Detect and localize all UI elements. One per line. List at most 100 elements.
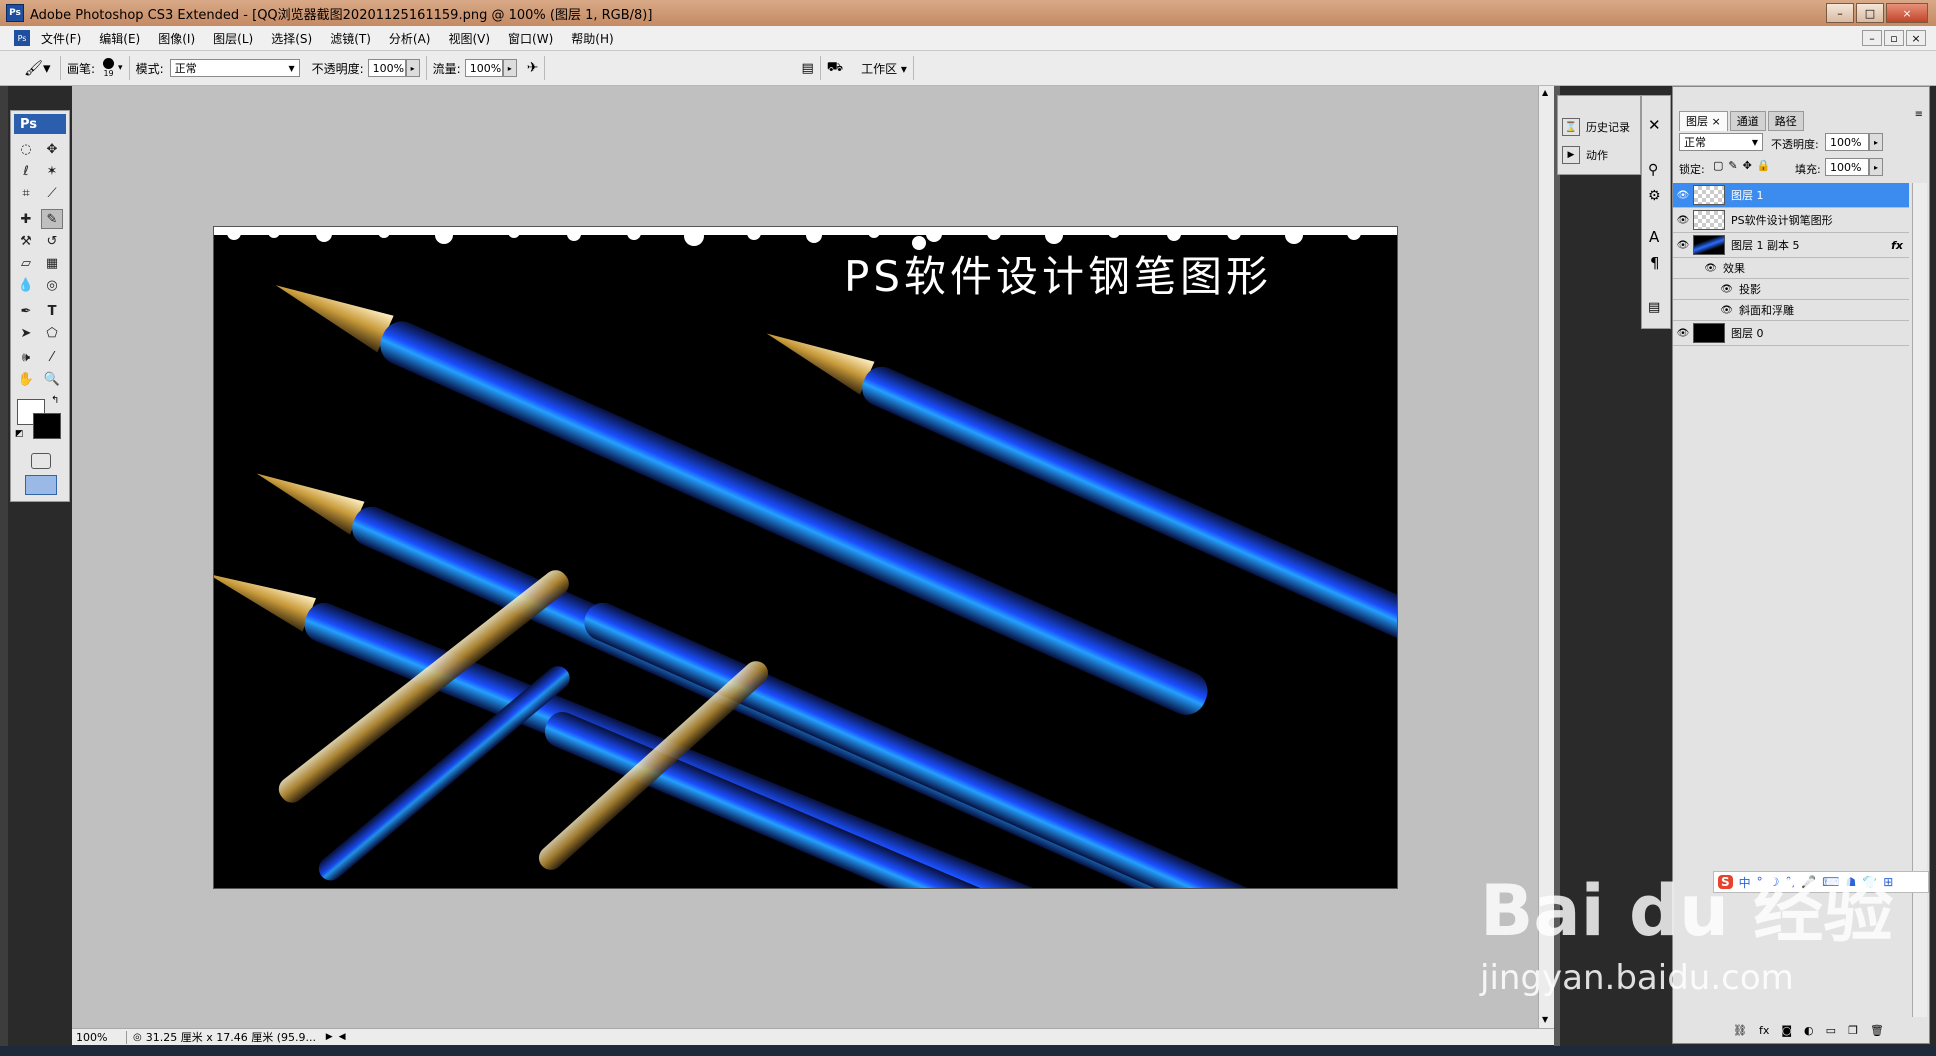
gradient-tool-icon[interactable]: ▦ bbox=[41, 253, 63, 273]
opacity-input[interactable]: 100% bbox=[367, 59, 406, 77]
history-panel-item[interactable]: ⌛ 历史记录 bbox=[1562, 118, 1630, 136]
add-mask-icon[interactable]: ◙ bbox=[1781, 1024, 1792, 1037]
dodge-tool-icon[interactable]: ◎ bbox=[41, 275, 63, 295]
menu-file[interactable]: 文件(F) bbox=[32, 30, 90, 47]
doc-close-button[interactable]: × bbox=[1906, 30, 1926, 46]
eye-icon[interactable]: 👁 bbox=[1673, 215, 1693, 226]
character-icon[interactable]: A bbox=[1649, 228, 1659, 246]
notes-tool-icon[interactable]: 🕪 bbox=[15, 347, 37, 367]
zoom-tool-icon[interactable]: 🔍 bbox=[41, 369, 63, 389]
navigator-icon[interactable]: ⚲ bbox=[1648, 162, 1658, 178]
brush-picker-arrow-icon[interactable]: ▾ bbox=[118, 63, 123, 73]
workspace-menu[interactable]: 工作区 ▾ bbox=[861, 60, 907, 77]
move-tool-icon[interactable]: ✥ bbox=[41, 139, 63, 159]
layer-effects-icon[interactable]: fx bbox=[1891, 239, 1903, 252]
screen-mode-icon[interactable] bbox=[25, 475, 57, 495]
default-colors-icon[interactable]: ◩ bbox=[15, 429, 24, 439]
palette-well-icon[interactable]: ▤ bbox=[801, 61, 813, 76]
lock-options-icons[interactable]: ▢✎✥🔒 bbox=[1713, 159, 1776, 172]
layer-row[interactable]: 👁 PS软件设计钢笔图形 bbox=[1673, 208, 1909, 233]
doc-minimize-button[interactable]: – bbox=[1862, 30, 1882, 46]
eye-icon[interactable]: 👁 bbox=[1673, 240, 1693, 251]
scroll-down-icon[interactable]: ▼ bbox=[1542, 1015, 1548, 1024]
tab-channels[interactable]: 通道 bbox=[1729, 111, 1766, 131]
eraser-tool-icon[interactable]: ▱ bbox=[15, 253, 37, 273]
opacity-slider-button[interactable]: ▸ bbox=[405, 59, 420, 77]
brush-tool-preset-icon[interactable]: 🖌▾ bbox=[24, 59, 54, 77]
history-brush-tool-icon[interactable]: ↺ bbox=[41, 231, 63, 251]
paragraph-icon[interactable]: ¶ bbox=[1650, 254, 1660, 272]
hand-tool-icon[interactable]: ✋ bbox=[15, 369, 37, 389]
menu-edit[interactable]: 编辑(E) bbox=[90, 30, 149, 47]
airbrush-icon[interactable]: ✈ bbox=[527, 60, 539, 76]
close-button[interactable]: × bbox=[1886, 3, 1928, 23]
pen-tool-icon[interactable]: ✒ bbox=[15, 301, 37, 321]
eye-icon[interactable]: 👁 bbox=[1673, 328, 1693, 339]
tab-layers[interactable]: 图层 × bbox=[1679, 111, 1728, 131]
blur-tool-icon[interactable]: 💧 bbox=[15, 275, 37, 295]
brush-tool-icon[interactable]: ✎ bbox=[41, 209, 63, 229]
menu-view[interactable]: 视图(V) bbox=[439, 30, 499, 47]
swap-colors-icon[interactable]: ↰ bbox=[51, 395, 59, 406]
menu-image[interactable]: 图像(I) bbox=[149, 30, 204, 47]
scroll-up-icon[interactable]: ▲ bbox=[1542, 88, 1548, 97]
menu-layer[interactable]: 图层(L) bbox=[204, 30, 262, 47]
zoom-level[interactable]: 100% bbox=[72, 1030, 127, 1044]
new-layer-icon[interactable]: ❐ bbox=[1848, 1024, 1858, 1037]
blend-mode-select[interactable]: 正常 ▼ bbox=[1679, 133, 1763, 151]
fill-arrow[interactable]: ▸ bbox=[1869, 158, 1883, 176]
eyedropper-tool-icon[interactable]: ⁄ bbox=[41, 347, 63, 367]
effect-row[interactable]: 👁 斜面和浮雕 bbox=[1673, 300, 1909, 321]
layer-opacity-arrow[interactable]: ▸ bbox=[1869, 133, 1883, 151]
mode-select[interactable]: 正常 ▼ bbox=[169, 59, 300, 77]
maximize-button[interactable]: □ bbox=[1856, 3, 1884, 23]
crop-tool-icon[interactable]: ⌗ bbox=[15, 183, 37, 203]
effect-row[interactable]: 👁 投影 bbox=[1673, 279, 1909, 300]
type-tool-icon[interactable]: T bbox=[41, 301, 63, 321]
shape-tool-icon[interactable]: ⬠ bbox=[41, 323, 63, 343]
add-style-icon[interactable]: fx bbox=[1759, 1024, 1769, 1037]
hscroll-left-icon[interactable]: ◀ bbox=[339, 1032, 346, 1042]
minimize-button[interactable]: – bbox=[1826, 3, 1854, 23]
info-icon[interactable]: ⚙ bbox=[1648, 188, 1661, 204]
status-menu-arrow-icon[interactable]: ▶ bbox=[326, 1032, 333, 1042]
layer-opacity-input[interactable]: 100% bbox=[1825, 133, 1869, 151]
layer-row[interactable]: 👁 图层 1 副本 5 fx bbox=[1673, 233, 1909, 258]
menu-analysis[interactable]: 分析(A) bbox=[380, 30, 440, 47]
tools-cross-icon[interactable]: ✕ bbox=[1648, 116, 1661, 134]
flow-input[interactable]: 100% bbox=[464, 59, 503, 77]
tab-paths[interactable]: 路径 bbox=[1767, 111, 1804, 131]
eye-icon[interactable]: 👁 bbox=[1673, 263, 1717, 274]
slice-tool-icon[interactable]: ⟋ bbox=[41, 183, 63, 203]
actions-panel-item[interactable]: ▶ 动作 bbox=[1562, 146, 1608, 164]
quick-mask-icon[interactable] bbox=[31, 453, 51, 469]
new-group-icon[interactable]: ▭ bbox=[1826, 1024, 1836, 1037]
flow-slider-button[interactable]: ▸ bbox=[502, 59, 517, 77]
marquee-tool-icon[interactable]: ◌ bbox=[15, 139, 37, 159]
lasso-tool-icon[interactable]: ℓ bbox=[15, 161, 37, 181]
doc-restore-button[interactable]: ▫ bbox=[1884, 30, 1904, 46]
delete-layer-icon[interactable]: 🗑 bbox=[1870, 1024, 1884, 1037]
menu-help[interactable]: 帮助(H) bbox=[562, 30, 622, 47]
brush-picker[interactable]: 19 bbox=[103, 58, 115, 78]
layer-comps-icon[interactable]: ▤ bbox=[1648, 300, 1660, 315]
layer-row[interactable]: 👁 图层 0 bbox=[1673, 321, 1909, 346]
eye-icon[interactable]: 👁 bbox=[1673, 305, 1733, 316]
clone-stamp-tool-icon[interactable]: ⚒ bbox=[15, 231, 37, 251]
menu-select[interactable]: 选择(S) bbox=[262, 30, 321, 47]
menu-window[interactable]: 窗口(W) bbox=[499, 30, 562, 47]
layer-row[interactable]: 👁 图层 1 bbox=[1673, 183, 1909, 208]
eye-icon[interactable]: 👁 bbox=[1673, 190, 1693, 201]
link-layers-icon[interactable]: ⛓ bbox=[1733, 1024, 1747, 1037]
document-canvas[interactable]: PS软件设计钢笔图形 bbox=[213, 226, 1398, 889]
fill-input[interactable]: 100% bbox=[1825, 158, 1869, 176]
panel-menu-icon[interactable]: ≡ bbox=[1915, 109, 1923, 120]
background-color-swatch[interactable] bbox=[33, 413, 61, 439]
magic-wand-tool-icon[interactable]: ✶ bbox=[41, 161, 63, 181]
path-selection-tool-icon[interactable]: ➤ bbox=[15, 323, 37, 343]
layer-effects-row[interactable]: 👁 效果 bbox=[1673, 258, 1909, 279]
bridge-icon[interactable]: ⛟ bbox=[827, 60, 843, 77]
menu-filter[interactable]: 滤镜(T) bbox=[321, 30, 380, 47]
adjustment-layer-icon[interactable]: ◐ bbox=[1804, 1024, 1814, 1037]
eye-icon[interactable]: 👁 bbox=[1673, 284, 1733, 295]
